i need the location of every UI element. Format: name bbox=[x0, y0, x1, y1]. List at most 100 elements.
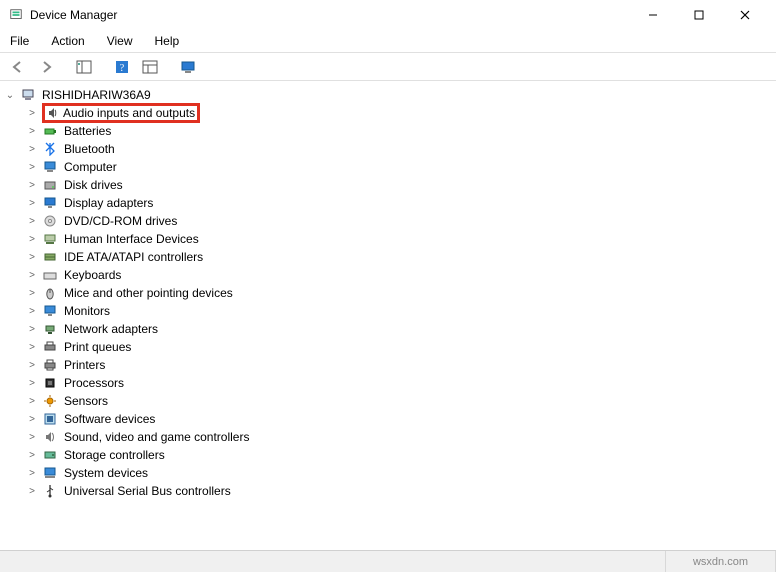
tree-item[interactable]: > Processors bbox=[18, 374, 776, 392]
chevron-right-icon[interactable]: > bbox=[26, 198, 38, 209]
tree-item-label: Processors bbox=[62, 376, 126, 390]
chevron-right-icon[interactable]: > bbox=[26, 342, 38, 353]
tree-item-label: Monitors bbox=[62, 304, 112, 318]
tree-item[interactable]: > Keyboards bbox=[18, 266, 776, 284]
chevron-right-icon[interactable]: > bbox=[26, 234, 38, 245]
tree-item-label: IDE ATA/ATAPI controllers bbox=[62, 250, 205, 264]
sound-icon bbox=[42, 429, 58, 445]
tree-item[interactable]: >Batteries bbox=[18, 122, 776, 140]
chevron-right-icon[interactable]: > bbox=[26, 486, 38, 497]
tree-item[interactable]: > Sound, video and game controllers bbox=[18, 428, 776, 446]
processor-icon bbox=[42, 375, 58, 391]
software-icon bbox=[42, 411, 58, 427]
tree-item[interactable]: > Human Interface Devices bbox=[18, 230, 776, 248]
chevron-right-icon[interactable]: > bbox=[26, 288, 38, 299]
tree-item-label: System devices bbox=[62, 466, 150, 480]
help-button[interactable]: ? bbox=[110, 56, 134, 78]
tree-item-label: Software devices bbox=[62, 412, 157, 426]
tree-item[interactable]: > IDE ATA/ATAPI controllers bbox=[18, 248, 776, 266]
tree-root-label: RISHIDHARIW36A9 bbox=[40, 88, 153, 102]
tree-item[interactable]: >Display adapters bbox=[18, 194, 776, 212]
scan-hardware-button[interactable] bbox=[138, 56, 162, 78]
close-button[interactable] bbox=[722, 0, 768, 30]
tree-item[interactable]: >Printers bbox=[18, 356, 776, 374]
status-cell bbox=[0, 551, 666, 572]
show-hide-tree-button[interactable] bbox=[72, 56, 96, 78]
tree-item[interactable]: > Monitors bbox=[18, 302, 776, 320]
minimize-button[interactable] bbox=[630, 0, 676, 30]
tree-item[interactable]: >Disk drives bbox=[18, 176, 776, 194]
maximize-button[interactable] bbox=[676, 0, 722, 30]
tree-item-label: Network adapters bbox=[62, 322, 160, 336]
sensor-icon bbox=[42, 393, 58, 409]
keyboard-icon bbox=[42, 267, 58, 283]
network-icon bbox=[42, 321, 58, 337]
monitor-icon bbox=[42, 303, 58, 319]
system-icon bbox=[42, 465, 58, 481]
tree-item[interactable]: > DVD/CD-ROM drives bbox=[18, 212, 776, 230]
dvd-icon bbox=[42, 213, 58, 229]
tree-item-label: Keyboards bbox=[62, 268, 123, 282]
chevron-right-icon[interactable]: > bbox=[26, 144, 38, 155]
tree-item[interactable]: > System devices bbox=[18, 464, 776, 482]
tree-item[interactable]: >Mice and other pointing devices bbox=[18, 284, 776, 302]
tree-item[interactable]: > Software devices bbox=[18, 410, 776, 428]
menu-help[interactable]: Help bbox=[151, 32, 184, 50]
hid-icon bbox=[42, 231, 58, 247]
chevron-right-icon[interactable]: > bbox=[26, 162, 38, 173]
forward-button[interactable] bbox=[34, 56, 58, 78]
chevron-right-icon[interactable]: > bbox=[26, 324, 38, 335]
device-tree[interactable]: ⌄ RISHIDHARIW36A9 > Audio inputs and outp… bbox=[0, 82, 776, 548]
tree-item-label: Computer bbox=[62, 160, 119, 174]
chevron-right-icon[interactable]: > bbox=[26, 216, 38, 227]
chevron-right-icon[interactable]: > bbox=[26, 180, 38, 191]
chevron-right-icon[interactable]: > bbox=[26, 468, 38, 479]
computer-icon bbox=[42, 159, 58, 175]
tree-item-label: Sensors bbox=[62, 394, 110, 408]
tree-item[interactable]: > Network adapters bbox=[18, 320, 776, 338]
menu-view[interactable]: View bbox=[103, 32, 137, 50]
chevron-right-icon[interactable]: > bbox=[26, 432, 38, 443]
chevron-right-icon[interactable]: > bbox=[26, 270, 38, 281]
tree-item[interactable]: > Sensors bbox=[18, 392, 776, 410]
disk-icon bbox=[42, 177, 58, 193]
chevron-right-icon[interactable]: > bbox=[26, 396, 38, 407]
tree-item-label: Sound, video and game controllers bbox=[62, 430, 251, 444]
tree-item-label: Bluetooth bbox=[62, 142, 117, 156]
chevron-right-icon[interactable]: > bbox=[26, 252, 38, 263]
chevron-down-icon[interactable]: ⌄ bbox=[4, 90, 16, 101]
computer-icon bbox=[20, 87, 36, 103]
menu-file[interactable]: File bbox=[6, 32, 33, 50]
tree-item-label: Human Interface Devices bbox=[62, 232, 201, 246]
storage-icon bbox=[42, 447, 58, 463]
chevron-right-icon[interactable]: > bbox=[26, 306, 38, 317]
tree-item[interactable]: > Computer bbox=[18, 158, 776, 176]
chevron-right-icon[interactable]: > bbox=[26, 108, 38, 119]
window-controls bbox=[630, 0, 768, 30]
tree-item-label: Storage controllers bbox=[62, 448, 167, 462]
monitor-icon-button[interactable] bbox=[176, 56, 200, 78]
tree-item[interactable]: > Audio inputs and outputs bbox=[18, 104, 776, 122]
svg-text:?: ? bbox=[120, 63, 125, 74]
highlighted-item: Audio inputs and outputs bbox=[42, 103, 200, 123]
bluetooth-icon bbox=[42, 141, 58, 157]
tree-root[interactable]: ⌄ RISHIDHARIW36A9 bbox=[0, 86, 776, 104]
menu-action[interactable]: Action bbox=[47, 32, 88, 50]
titlebar: Device Manager bbox=[0, 0, 776, 30]
watermark: wsxdn.com bbox=[666, 551, 776, 572]
tree-item[interactable]: >Universal Serial Bus controllers bbox=[18, 482, 776, 500]
chevron-right-icon[interactable]: > bbox=[26, 450, 38, 461]
chevron-right-icon[interactable]: > bbox=[26, 360, 38, 371]
print-queue-icon bbox=[42, 339, 58, 355]
printer-icon bbox=[42, 357, 58, 373]
audio-icon bbox=[45, 105, 61, 121]
back-button[interactable] bbox=[6, 56, 30, 78]
tree-item[interactable]: > Storage controllers bbox=[18, 446, 776, 464]
chevron-right-icon[interactable]: > bbox=[26, 378, 38, 389]
chevron-right-icon[interactable]: > bbox=[26, 126, 38, 137]
tree-item-label: DVD/CD-ROM drives bbox=[62, 214, 179, 228]
tree-item[interactable]: >Print queues bbox=[18, 338, 776, 356]
tree-item[interactable]: > Bluetooth bbox=[18, 140, 776, 158]
chevron-right-icon[interactable]: > bbox=[26, 414, 38, 425]
statusbar: wsxdn.com bbox=[0, 550, 776, 572]
